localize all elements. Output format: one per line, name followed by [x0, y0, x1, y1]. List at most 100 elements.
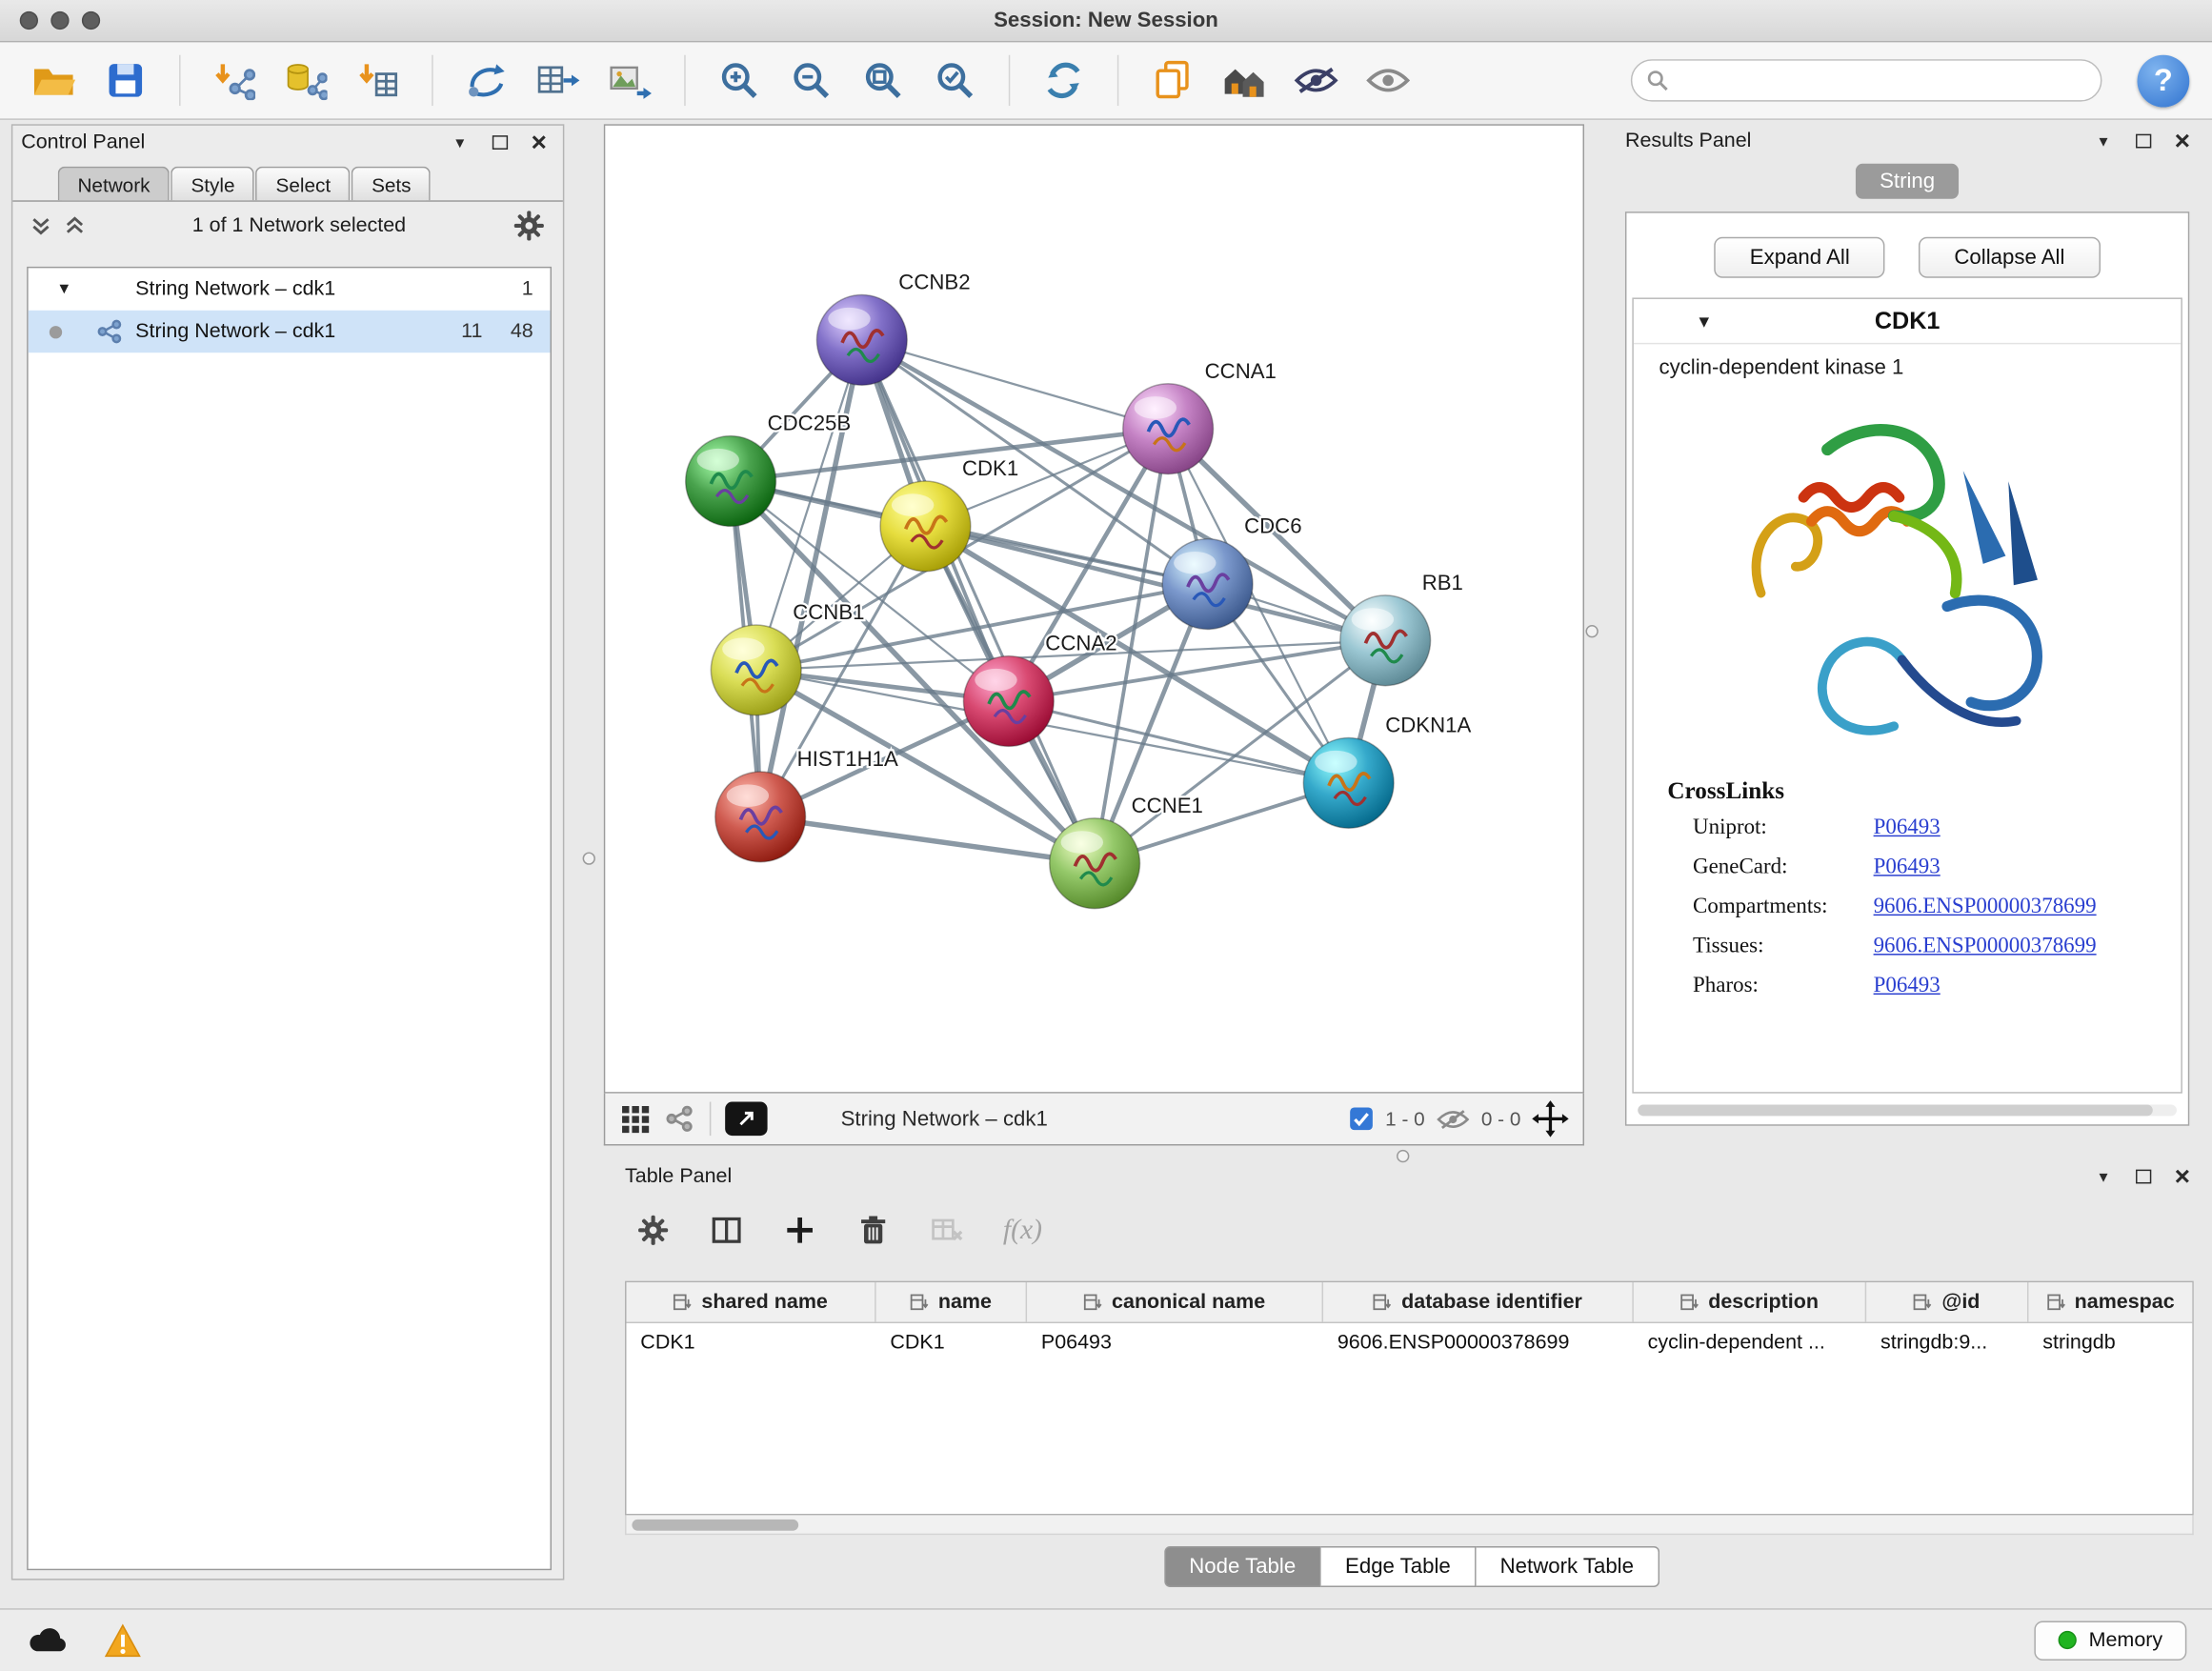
tab-network-table[interactable]: Network Table	[1476, 1546, 1659, 1587]
search-input[interactable]	[1678, 70, 2086, 92]
table-settings-gear-icon[interactable]	[636, 1214, 671, 1248]
show-eye-button[interactable]	[1357, 50, 1419, 111]
gear-icon[interactable]	[513, 209, 547, 243]
column-header-shared-name[interactable]: shared name	[627, 1282, 876, 1321]
cell-canonical-name[interactable]: P06493	[1027, 1323, 1323, 1361]
splitter-handle-bottom[interactable]	[1397, 1150, 1409, 1162]
network-node-hist1h1a[interactable]: HIST1H1A	[715, 747, 898, 862]
network-edge[interactable]	[862, 340, 1168, 429]
open-session-button[interactable]	[23, 50, 85, 111]
column-header-namespace[interactable]: namespac	[2028, 1282, 2192, 1321]
tab-node-table[interactable]: Node Table	[1164, 1546, 1321, 1587]
panel-float-icon[interactable]	[484, 129, 515, 157]
close-window-button[interactable]	[20, 11, 38, 30]
network-node-cdk1[interactable]: CDK1	[880, 456, 1018, 572]
zoom-out-button[interactable]	[780, 50, 842, 111]
results-tab-string[interactable]: String	[1856, 164, 1959, 199]
splitter-handle-right[interactable]	[1585, 625, 1598, 637]
zoom-fit-button[interactable]	[852, 50, 914, 111]
pan-crosshair-icon[interactable]	[1532, 1100, 1569, 1137]
network-edge[interactable]	[760, 816, 1095, 863]
panel-float-icon[interactable]	[2127, 127, 2159, 155]
export-image-button[interactable]	[599, 50, 661, 111]
network-node-cdkn1a[interactable]: CDKN1A	[1303, 714, 1471, 829]
tab-style[interactable]: Style	[171, 167, 255, 201]
hidden-eye-icon[interactable]	[1436, 1107, 1470, 1131]
collapse-tree-icon[interactable]	[64, 214, 87, 237]
panel-collapse-icon[interactable]: ▾	[2088, 127, 2120, 155]
cell-description[interactable]: cyclin-dependent ...	[1634, 1323, 1866, 1361]
node-label: CCNA1	[1205, 359, 1277, 383]
pharos-link[interactable]: P06493	[1874, 974, 1941, 999]
column-header-name[interactable]: name	[876, 1282, 1027, 1321]
export-table-button[interactable]	[528, 50, 590, 111]
cell-database-identifier[interactable]: 9606.ENSP00000378699	[1323, 1323, 1634, 1361]
uniprot-link[interactable]: P06493	[1874, 815, 1941, 841]
minimize-window-button[interactable]	[50, 11, 69, 30]
network-node-ccnb2[interactable]: CCNB2	[816, 271, 970, 386]
protein-section-header[interactable]: ▼ CDK1	[1634, 299, 2182, 344]
cell-name[interactable]: CDK1	[876, 1323, 1027, 1361]
network-edge[interactable]	[862, 340, 1095, 863]
apply-layout-button[interactable]	[1033, 50, 1095, 111]
column-header-description[interactable]: description	[1634, 1282, 1866, 1321]
warning-icon[interactable]	[105, 1623, 142, 1658]
splitter-handle-left[interactable]	[583, 852, 595, 864]
new-network-from-selection-button[interactable]	[455, 50, 517, 111]
birds-eye-view-button[interactable]	[725, 1102, 767, 1137]
panel-close-icon[interactable]: ×	[2167, 127, 2199, 155]
table-hscrollbar-thumb[interactable]	[632, 1520, 798, 1531]
expand-tree-icon[interactable]	[30, 214, 52, 237]
cloud-icon[interactable]	[26, 1624, 70, 1656]
expand-all-button[interactable]: Expand All	[1715, 237, 1885, 278]
tab-sets[interactable]: Sets	[352, 167, 431, 201]
zoom-window-button[interactable]	[82, 11, 100, 30]
network-node-rb1[interactable]: RB1	[1340, 571, 1463, 686]
network-node-ccna1[interactable]: CCNA1	[1123, 359, 1277, 474]
network-node-ccnb1[interactable]: CCNB1	[711, 600, 864, 715]
genecard-link[interactable]: P06493	[1874, 855, 1941, 880]
grid-view-icon[interactable]	[619, 1103, 651, 1135]
compartments-link[interactable]: 9606.ENSP00000378699	[1874, 895, 2097, 920]
add-column-icon[interactable]	[783, 1214, 817, 1248]
network-node-cdc6[interactable]: CDC6	[1162, 514, 1301, 630]
panel-collapse-icon[interactable]: ▾	[444, 129, 475, 157]
section-caret-icon[interactable]: ▼	[1696, 312, 1713, 332]
collapse-all-button[interactable]: Collapse All	[1919, 237, 2100, 278]
column-header-id[interactable]: @id	[1866, 1282, 2028, 1321]
column-header-database-identifier[interactable]: database identifier	[1323, 1282, 1634, 1321]
selected-checkbox-icon[interactable]	[1349, 1106, 1375, 1132]
cell-namespace[interactable]: stringdb	[2028, 1323, 2192, 1361]
panel-collapse-icon[interactable]: ▾	[2088, 1162, 2120, 1191]
panel-close-icon[interactable]: ×	[523, 129, 554, 157]
hide-eye-button[interactable]	[1285, 50, 1347, 111]
panel-float-icon[interactable]	[2127, 1162, 2159, 1191]
import-network-file-button[interactable]	[203, 50, 265, 111]
table-row[interactable]: CDK1 CDK1 P06493 9606.ENSP00000378699 cy…	[627, 1323, 2193, 1361]
tab-network[interactable]: Network	[58, 167, 171, 201]
network-row[interactable]: String Network – cdk1 11 48	[29, 311, 551, 352]
save-session-button[interactable]	[94, 50, 156, 111]
results-hscrollbar-thumb[interactable]	[1638, 1105, 2153, 1117]
delete-column-trash-icon[interactable]	[856, 1214, 891, 1248]
tab-edge-table[interactable]: Edge Table	[1321, 1546, 1477, 1587]
share-view-icon[interactable]	[664, 1103, 695, 1135]
zoom-selected-button[interactable]	[924, 50, 986, 111]
show-columns-icon[interactable]	[710, 1214, 744, 1248]
zoom-in-button[interactable]	[708, 50, 770, 111]
help-button[interactable]: ?	[2138, 54, 2190, 107]
import-table-file-button[interactable]	[347, 50, 409, 111]
network-collection-row[interactable]: ▼ String Network – cdk1 1	[29, 268, 551, 310]
memory-button[interactable]: Memory	[2034, 1621, 2186, 1660]
import-network-database-button[interactable]	[275, 50, 337, 111]
tissues-link[interactable]: 9606.ENSP00000378699	[1874, 934, 2097, 959]
home-button[interactable]	[1214, 50, 1276, 111]
cell-shared-name[interactable]: CDK1	[627, 1323, 876, 1361]
tree-caret-icon[interactable]: ▼	[56, 281, 71, 298]
column-header-canonical-name[interactable]: canonical name	[1027, 1282, 1323, 1321]
tab-select[interactable]: Select	[256, 167, 351, 201]
copy-button[interactable]	[1141, 50, 1203, 111]
cell-id[interactable]: stringdb:9...	[1866, 1323, 2028, 1361]
network-view-canvas[interactable]: CCNB2CCNA1CDC25BCDK1CDC6RB1CCNB1CCNA2CDK…	[604, 124, 1584, 1093]
panel-close-icon[interactable]: ×	[2167, 1162, 2199, 1191]
